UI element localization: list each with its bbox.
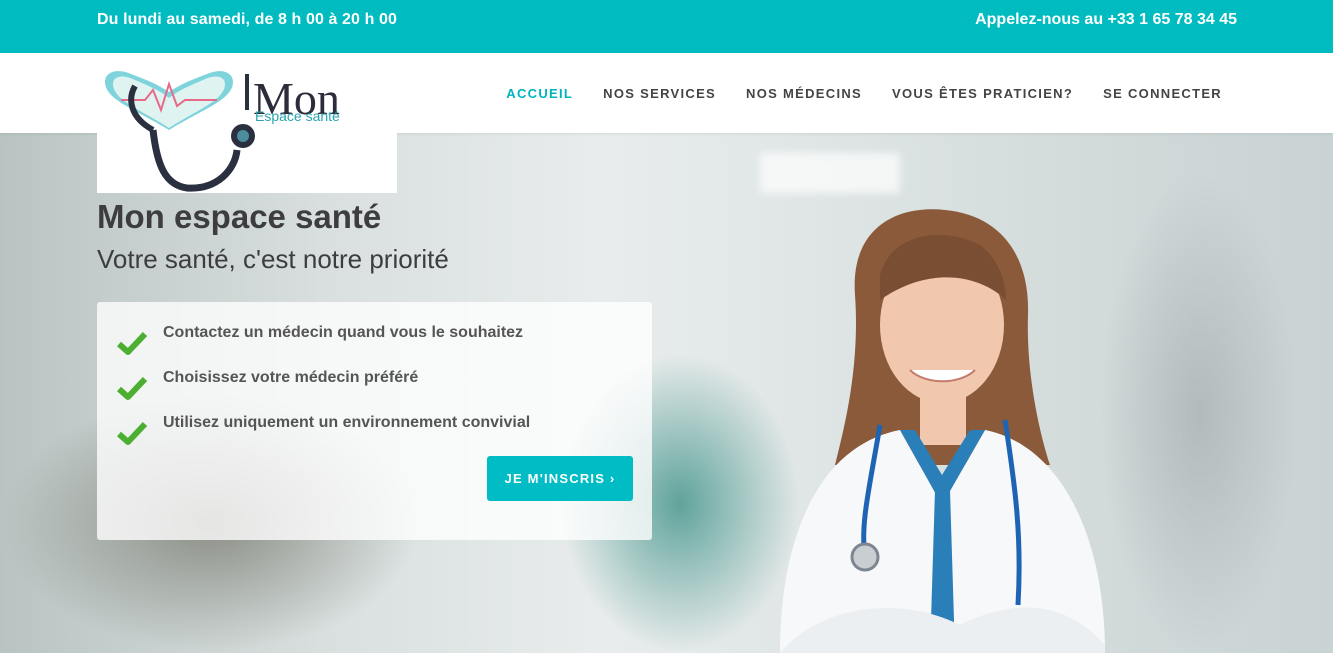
check-icon [117, 421, 147, 445]
nav-praticien[interactable]: VOUS ÊTES PRATICIEN? [892, 86, 1073, 101]
hero-title: Mon espace santé [97, 198, 382, 235]
check-icon [117, 331, 147, 355]
feature-text: Choisissez votre médecin préféré [163, 369, 419, 386]
feature-item: Contactez un médecin quand vous le souha… [117, 324, 523, 355]
nav-nos-services[interactable]: NOS SERVICES [603, 86, 716, 101]
stethoscope-heart-icon [105, 71, 255, 192]
opening-hours: Du lundi au samedi, de 8 h 00 à 20 h 00 [97, 11, 398, 28]
logo-subtitle: Espace santé [255, 108, 340, 124]
site-logo[interactable]: Mon Espace santé [97, 70, 397, 193]
phone-number[interactable]: Appelez-nous au +33 1 65 78 34 45 [975, 11, 1237, 29]
nav-nos-medecins[interactable]: NOS MÉDECINS [746, 86, 862, 101]
signup-button[interactable]: JE M'INSCRIS › [487, 456, 633, 501]
hero-subtitle: Votre santé, c'est notre priorité [97, 244, 449, 274]
feature-text: Utilisez uniquement un environnement con… [163, 414, 531, 431]
feature-text: Contactez un médecin quand vous le souha… [163, 324, 524, 341]
feature-item: Choisissez votre médecin préféré [117, 369, 418, 400]
nav-se-connecter[interactable]: SE CONNECTER [1103, 86, 1222, 101]
feature-item: Utilisez uniquement un environnement con… [117, 414, 530, 445]
features-card: Contactez un médecin quand vous le souha… [97, 302, 652, 540]
main-nav: ACCUEIL NOS SERVICES NOS MÉDECINS VOUS Ê… [506, 86, 1222, 101]
doctor-photo [780, 209, 1105, 653]
top-info-bar: Du lundi au samedi, de 8 h 00 à 20 h 00 … [0, 0, 1333, 53]
check-icon [117, 376, 147, 400]
nav-accueil[interactable]: ACCUEIL [506, 86, 573, 101]
